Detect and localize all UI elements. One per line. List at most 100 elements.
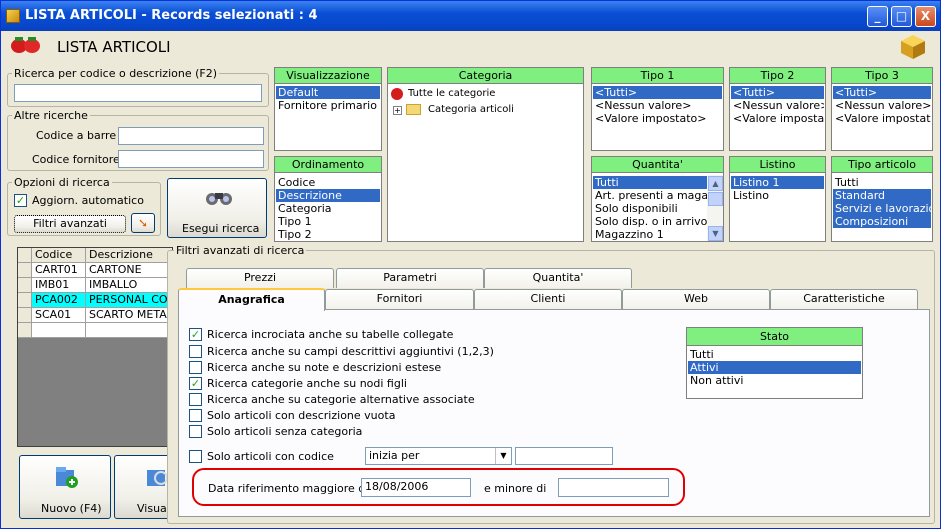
tab-parametri[interactable]: Parametri — [336, 268, 484, 288]
visualizzazione-item-fornitore[interactable]: Fornitore primario — [276, 99, 380, 112]
quantita-item[interactable]: Solo disp. o in arrivo — [593, 215, 707, 228]
listino-item[interactable]: Listino — [731, 189, 824, 202]
no-category-checkbox[interactable] — [189, 425, 202, 438]
grid-header-codice[interactable]: Codice — [32, 248, 86, 263]
tab-anagrafica[interactable]: Anagrafica — [178, 288, 325, 311]
articles-grid: Codice Descrizione CART01 CARTONE IMB01 … — [17, 247, 173, 447]
tipo1-item[interactable]: <Valore impostato> — [593, 112, 722, 125]
grid-row-indicator — [18, 278, 32, 293]
tipo-articolo-header: Tipo articolo — [832, 157, 932, 173]
tipo-articolo-item[interactable]: Servizi e lavorazioni — [833, 202, 931, 215]
quantita-item[interactable]: Art. presenti a magazzino — [593, 189, 707, 202]
grid-cell-descrizione[interactable]: SCARTO METALLO — [86, 308, 172, 323]
grid-row-indicator — [18, 263, 32, 278]
stato-item[interactable]: Attivi — [688, 361, 861, 374]
grid-cell-codice[interactable]: CART01 — [32, 263, 86, 278]
listino-panel: Listino Listino 1 Listino — [729, 156, 826, 242]
stato-item[interactable]: Non attivi — [688, 374, 861, 387]
cross-search-checkbox[interactable]: ✓ — [189, 328, 202, 341]
supplier-code-input[interactable] — [118, 150, 264, 168]
date-less-label: e minore di — [484, 482, 547, 495]
execute-search-label: Esegui ricerca — [182, 222, 260, 235]
date-less-input[interactable] — [558, 478, 669, 497]
code-mode-select[interactable]: inizia per — [365, 447, 512, 465]
tipo2-item[interactable]: <Nessun valore> — [731, 99, 824, 112]
code-filter-checkbox[interactable] — [189, 450, 202, 463]
quantita-item[interactable]: Solo disponibili — [593, 202, 707, 215]
grid-cell-empty[interactable] — [86, 323, 172, 338]
tab-fornitori[interactable]: Fornitori — [325, 289, 474, 309]
tipo1-item[interactable]: <Nessun valore> — [593, 99, 722, 112]
category-root-item[interactable]: Tutte le categorie — [408, 88, 495, 99]
tipo2-item[interactable]: <Valore impostato> — [731, 112, 824, 125]
alt-categories-checkbox[interactable] — [189, 393, 202, 406]
scroll-down-icon[interactable]: ▼ — [708, 226, 723, 241]
quantita-item[interactable]: Magazzino 1 — [593, 228, 707, 241]
empty-description-checkbox[interactable] — [189, 409, 202, 422]
tipo3-item[interactable]: <Nessun valore> — [833, 99, 931, 112]
grid-row-indicator — [18, 308, 32, 323]
tab-web[interactable]: Web — [622, 289, 770, 309]
tipo1-item[interactable]: <Tutti> — [593, 86, 722, 99]
tab-caratteristiche[interactable]: Caratteristiche — [770, 289, 918, 309]
maximize-button[interactable]: □ — [891, 6, 912, 27]
category-child-item[interactable]: Categoria articoli — [428, 104, 514, 115]
title-bar[interactable]: LISTA ARTICOLI - Records selezionati : 4… — [1, 1, 940, 31]
alt-categories-label: Ricerca anche su categorie alternative a… — [207, 393, 475, 406]
expand-icon[interactable]: + — [393, 106, 402, 115]
tab-clienti[interactable]: Clienti — [474, 289, 622, 309]
extra-fields-label: Ricerca anche su campi descrittivi aggiu… — [207, 345, 494, 358]
tab-prezzi[interactable]: Prezzi — [186, 268, 334, 288]
minimize-button[interactable]: _ — [867, 6, 888, 27]
grid-cell-descrizione[interactable]: IMBALLO — [86, 278, 172, 293]
scroll-thumb[interactable] — [708, 192, 723, 206]
ordinamento-item[interactable]: Tipo 2 — [276, 228, 380, 241]
listino-item[interactable]: Listino 1 — [731, 176, 824, 189]
barcode-input[interactable] — [118, 127, 264, 145]
search-group: Ricerca per codice o descrizione (F2) — [7, 67, 269, 107]
ordinamento-item[interactable]: Categoria — [276, 202, 380, 215]
notes-checkbox[interactable] — [189, 361, 202, 374]
auto-update-checkbox[interactable]: ✓ — [14, 194, 27, 207]
child-nodes-label: Ricerca categorie anche su nodi figli — [207, 377, 407, 390]
tipo1-panel: Tipo 1 <Tutti> <Nessun valore> <Valore i… — [591, 67, 724, 151]
grid-cell-empty[interactable] — [32, 323, 86, 338]
execute-search-button[interactable]: Esegui ricerca — [167, 178, 267, 238]
tipo3-item[interactable]: <Tutti> — [833, 86, 931, 99]
new-button[interactable]: Nuovo (F4) — [19, 455, 111, 519]
tipo-articolo-item[interactable]: Standard — [833, 189, 931, 202]
visualizzazione-item-default[interactable]: Default — [276, 86, 380, 99]
tab-quantita[interactable]: Quantita' — [484, 268, 632, 288]
strawberry-icon — [9, 36, 43, 54]
grid-header-descrizione[interactable]: Descrizione — [86, 248, 172, 263]
tipo3-item[interactable]: <Valore impostato> — [833, 112, 931, 125]
visualizzazione-panel: Visualizzazione Default Fornitore primar… — [274, 67, 382, 151]
cross-search-label: Ricerca incrociata anche su tabelle coll… — [207, 328, 454, 341]
stato-item[interactable]: Tutti — [688, 348, 861, 361]
tipo-articolo-item[interactable]: Tutti — [833, 176, 931, 189]
options-group-label: Opzioni di ricerca — [12, 176, 112, 189]
pointer-button[interactable]: ➘ — [131, 213, 155, 233]
tipo2-item[interactable]: <Tutti> — [731, 86, 824, 99]
scroll-up-icon[interactable]: ▲ — [708, 176, 723, 191]
quantita-item[interactable]: Tutti — [593, 176, 707, 189]
date-greater-input[interactable]: 18/08/2006 — [361, 478, 471, 497]
close-button[interactable]: X — [915, 6, 936, 27]
ordinamento-item[interactable]: Codice — [276, 176, 380, 189]
search-group-label: Ricerca per codice o descrizione (F2) — [12, 67, 220, 80]
grid-cell-descrizione[interactable]: PERSONAL COMPUTER — [86, 293, 172, 308]
grid-cell-descrizione[interactable]: CARTONE — [86, 263, 172, 278]
ordinamento-item[interactable]: Descrizione — [276, 189, 380, 202]
child-nodes-checkbox[interactable]: ✓ — [189, 377, 202, 390]
advanced-filters-button[interactable]: Filtri avanzati — [14, 215, 126, 233]
extra-fields-checkbox[interactable] — [189, 345, 202, 358]
ordinamento-item[interactable]: Tipo 1 — [276, 215, 380, 228]
grid-cell-codice[interactable]: SCA01 — [32, 308, 86, 323]
chevron-down-icon[interactable]: ▼ — [495, 448, 511, 464]
search-input[interactable] — [14, 84, 262, 102]
ordinamento-header: Ordinamento — [275, 157, 381, 173]
grid-cell-codice[interactable]: IMB01 — [32, 278, 86, 293]
tipo-articolo-item[interactable]: Composizioni — [833, 215, 931, 228]
code-value-input[interactable] — [515, 447, 613, 465]
grid-cell-codice[interactable]: PCA002 — [32, 293, 86, 308]
